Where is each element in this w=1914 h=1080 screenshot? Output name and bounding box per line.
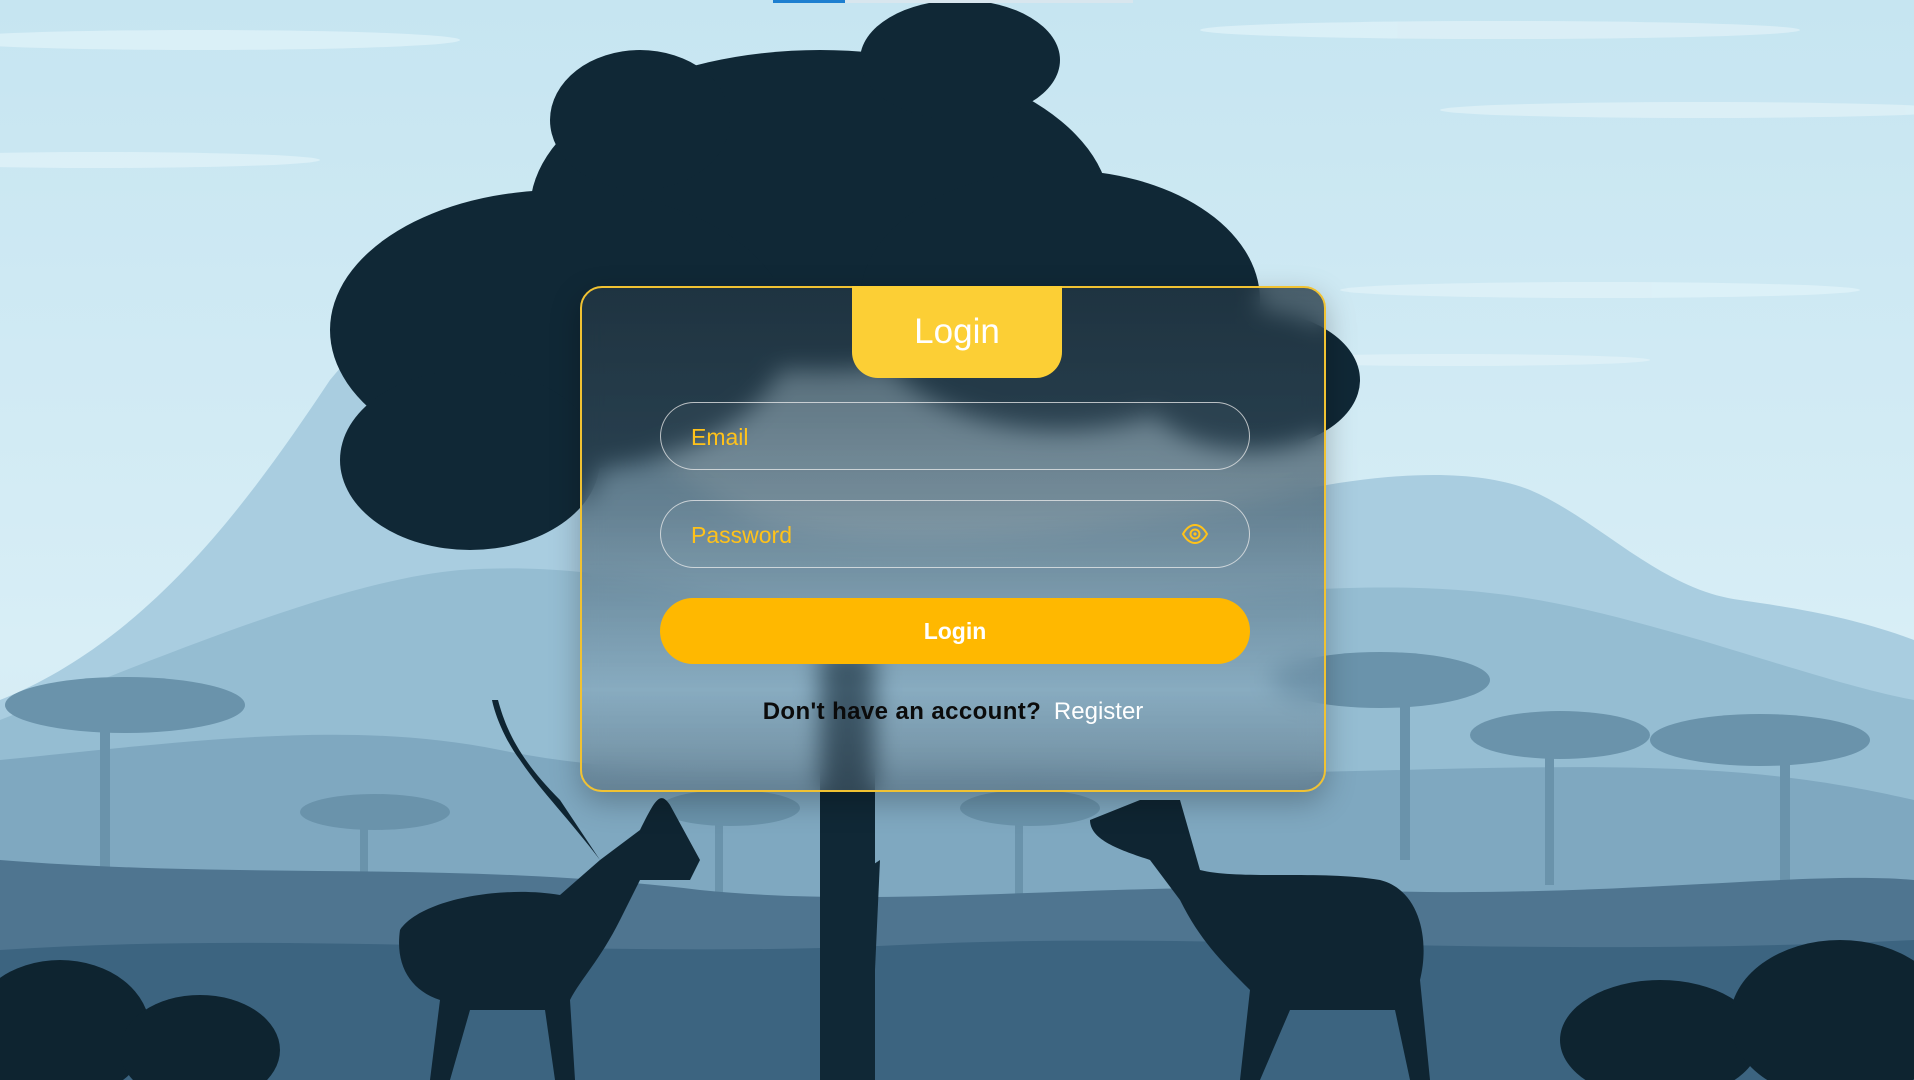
email-field xyxy=(660,402,1250,471)
login-button[interactable]: Login xyxy=(660,598,1250,664)
login-header-tab: Login xyxy=(852,286,1062,378)
register-prompt: Don't have an account? Register xyxy=(582,698,1324,726)
top-progress-indicator xyxy=(773,0,845,3)
email-input[interactable] xyxy=(689,403,1173,471)
login-card: Login Login Don't have an account? Regis… xyxy=(580,286,1326,792)
password-input[interactable] xyxy=(689,501,1173,569)
eye-icon[interactable] xyxy=(1181,523,1209,545)
register-question: Don't have an account? xyxy=(762,698,1042,725)
top-progress-strip xyxy=(773,0,1133,3)
password-field xyxy=(660,500,1250,569)
login-title: Login xyxy=(914,312,1000,351)
register-link[interactable]: Register xyxy=(1054,698,1143,725)
